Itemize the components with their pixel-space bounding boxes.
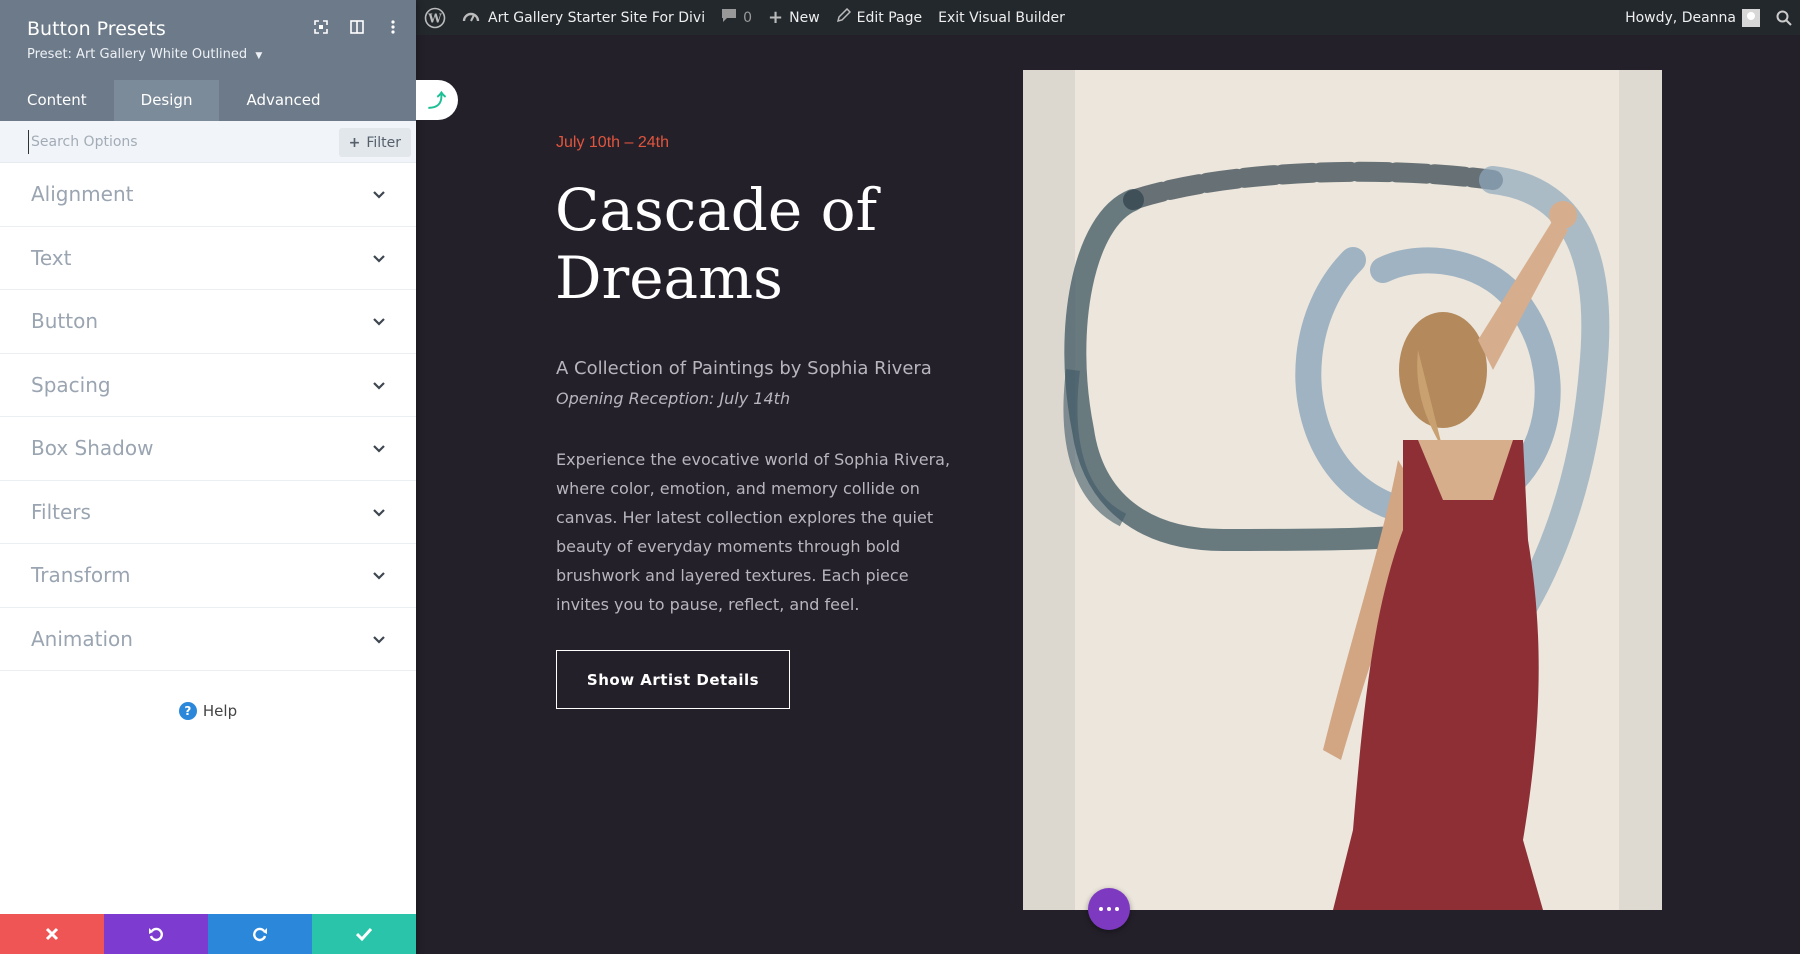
preset-label: Preset: Art Gallery White Outlined — [27, 47, 248, 62]
toggle-alignment[interactable]: Alignment — [0, 163, 416, 227]
artist-painting-photo — [1023, 70, 1662, 910]
toggle-box-shadow[interactable]: Box Shadow — [0, 417, 416, 481]
caret-down-icon: ▼ — [255, 51, 263, 61]
chevron-down-icon — [373, 191, 385, 199]
dot-icon — [1099, 907, 1103, 911]
close-icon — [45, 927, 59, 941]
panel-collapse-handle[interactable]: ⤴ — [416, 80, 458, 120]
new-content-link[interactable]: + New — [760, 0, 828, 35]
toggle-spacing[interactable]: Spacing — [0, 354, 416, 417]
panel-tabs: Content Design Advanced — [0, 80, 348, 121]
group-label: Box Shadow — [31, 436, 154, 461]
exhibition-subtitle: A Collection of Paintings by Sophia Rive… — [556, 358, 932, 379]
more-options-icon[interactable] — [384, 18, 402, 36]
toggle-button[interactable]: Button — [0, 290, 416, 354]
toggle-text[interactable]: Text — [0, 227, 416, 290]
panel-title: Button Presets — [27, 18, 166, 40]
site-name: Art Gallery Starter Site For Divi — [488, 9, 706, 26]
wp-admin-bar: W Art Gallery Starter Site For Divi 0 + … — [416, 0, 1800, 35]
group-label: Alignment — [31, 182, 134, 207]
undo-button[interactable] — [104, 914, 208, 954]
chevron-down-icon — [373, 508, 385, 517]
toggle-animation[interactable]: Animation — [0, 608, 416, 671]
save-button[interactable] — [312, 914, 416, 954]
help-question-icon: ? — [178, 702, 197, 720]
edit-page-label: Edit Page — [856, 9, 923, 26]
avatar — [1742, 8, 1760, 27]
toggle-filters[interactable]: Filters — [0, 481, 416, 544]
checkmark-icon — [356, 927, 372, 941]
svg-text:W: W — [427, 11, 442, 25]
filter-button[interactable]: + Filter — [338, 128, 411, 157]
preset-selector[interactable]: Preset: Art Gallery White Outlined ▼ — [27, 47, 262, 62]
expand-icon[interactable] — [312, 18, 330, 36]
tab-design[interactable]: Design — [113, 80, 220, 121]
exit-visual-builder-label: Exit Visual Builder — [938, 9, 1065, 26]
group-label: Button — [31, 309, 98, 334]
comments-count: 0 — [743, 9, 753, 26]
exit-visual-builder-link[interactable]: Exit Visual Builder — [930, 0, 1073, 35]
panel-header: Button Presets Preset: Art Gallery White… — [0, 0, 416, 121]
chevron-down-icon — [373, 635, 385, 644]
plus-icon: + — [768, 7, 784, 28]
chevron-down-icon — [373, 381, 385, 390]
exhibition-title: Cascade of Dreams — [555, 176, 878, 312]
event-date: July 10th – 24th — [556, 134, 669, 151]
exhibition-description: Experience the evocative world of Sophia… — [556, 450, 951, 614]
chevron-down-icon — [373, 318, 385, 326]
search-icon[interactable] — [1768, 0, 1800, 35]
dot-icon — [1115, 907, 1119, 911]
comment-bubble-icon — [721, 8, 737, 27]
filter-label: Filter — [366, 134, 401, 151]
opening-reception: Opening Reception: July 14th — [556, 389, 791, 408]
plus-icon: + — [348, 134, 361, 151]
chevron-down-icon — [373, 572, 385, 580]
new-label: New — [789, 9, 820, 26]
site-name-link[interactable]: Art Gallery Starter Site For Divi — [454, 0, 713, 35]
group-label: Transform — [31, 563, 131, 588]
wordpress-logo-icon[interactable]: W — [416, 0, 454, 35]
howdy-label: Howdy, Deanna — [1625, 9, 1736, 26]
tab-advanced[interactable]: Advanced — [219, 80, 347, 121]
search-bar: + Filter — [0, 121, 416, 163]
help-label: Help — [202, 702, 238, 720]
arrow-icon: ⤴ — [428, 91, 446, 112]
settings-panel: Button Presets Preset: Art Gallery White… — [0, 0, 416, 954]
dot-icon — [1107, 907, 1111, 911]
discard-button[interactable] — [0, 914, 104, 954]
chevron-down-icon — [373, 254, 385, 263]
chevron-down-icon — [373, 445, 385, 453]
panel-footer — [0, 914, 416, 954]
split-layout-icon[interactable] — [348, 18, 366, 36]
redo-button[interactable] — [208, 914, 312, 954]
page-settings-dots-button[interactable] — [1088, 888, 1130, 930]
group-label: Animation — [31, 626, 133, 651]
undo-icon — [149, 927, 163, 942]
pencil-icon — [836, 7, 851, 27]
comments-link[interactable]: 0 — [713, 0, 760, 35]
group-label: Text — [31, 245, 72, 270]
show-artist-details-button[interactable]: Show Artist Details — [556, 650, 790, 709]
help-link[interactable]: ? Help — [0, 702, 416, 720]
account-menu[interactable]: Howdy, Deanna — [1617, 0, 1768, 35]
toggle-transform[interactable]: Transform — [0, 544, 416, 608]
redo-icon — [253, 927, 267, 942]
search-options-input[interactable] — [28, 130, 328, 154]
dashboard-icon — [462, 9, 480, 27]
tab-content[interactable]: Content — [0, 80, 114, 121]
group-label: Filters — [31, 499, 91, 524]
group-label: Spacing — [31, 372, 111, 397]
edit-page-link[interactable]: Edit Page — [828, 0, 930, 35]
option-groups: Alignment Text Button Spacing Box Shadow… — [0, 163, 416, 671]
